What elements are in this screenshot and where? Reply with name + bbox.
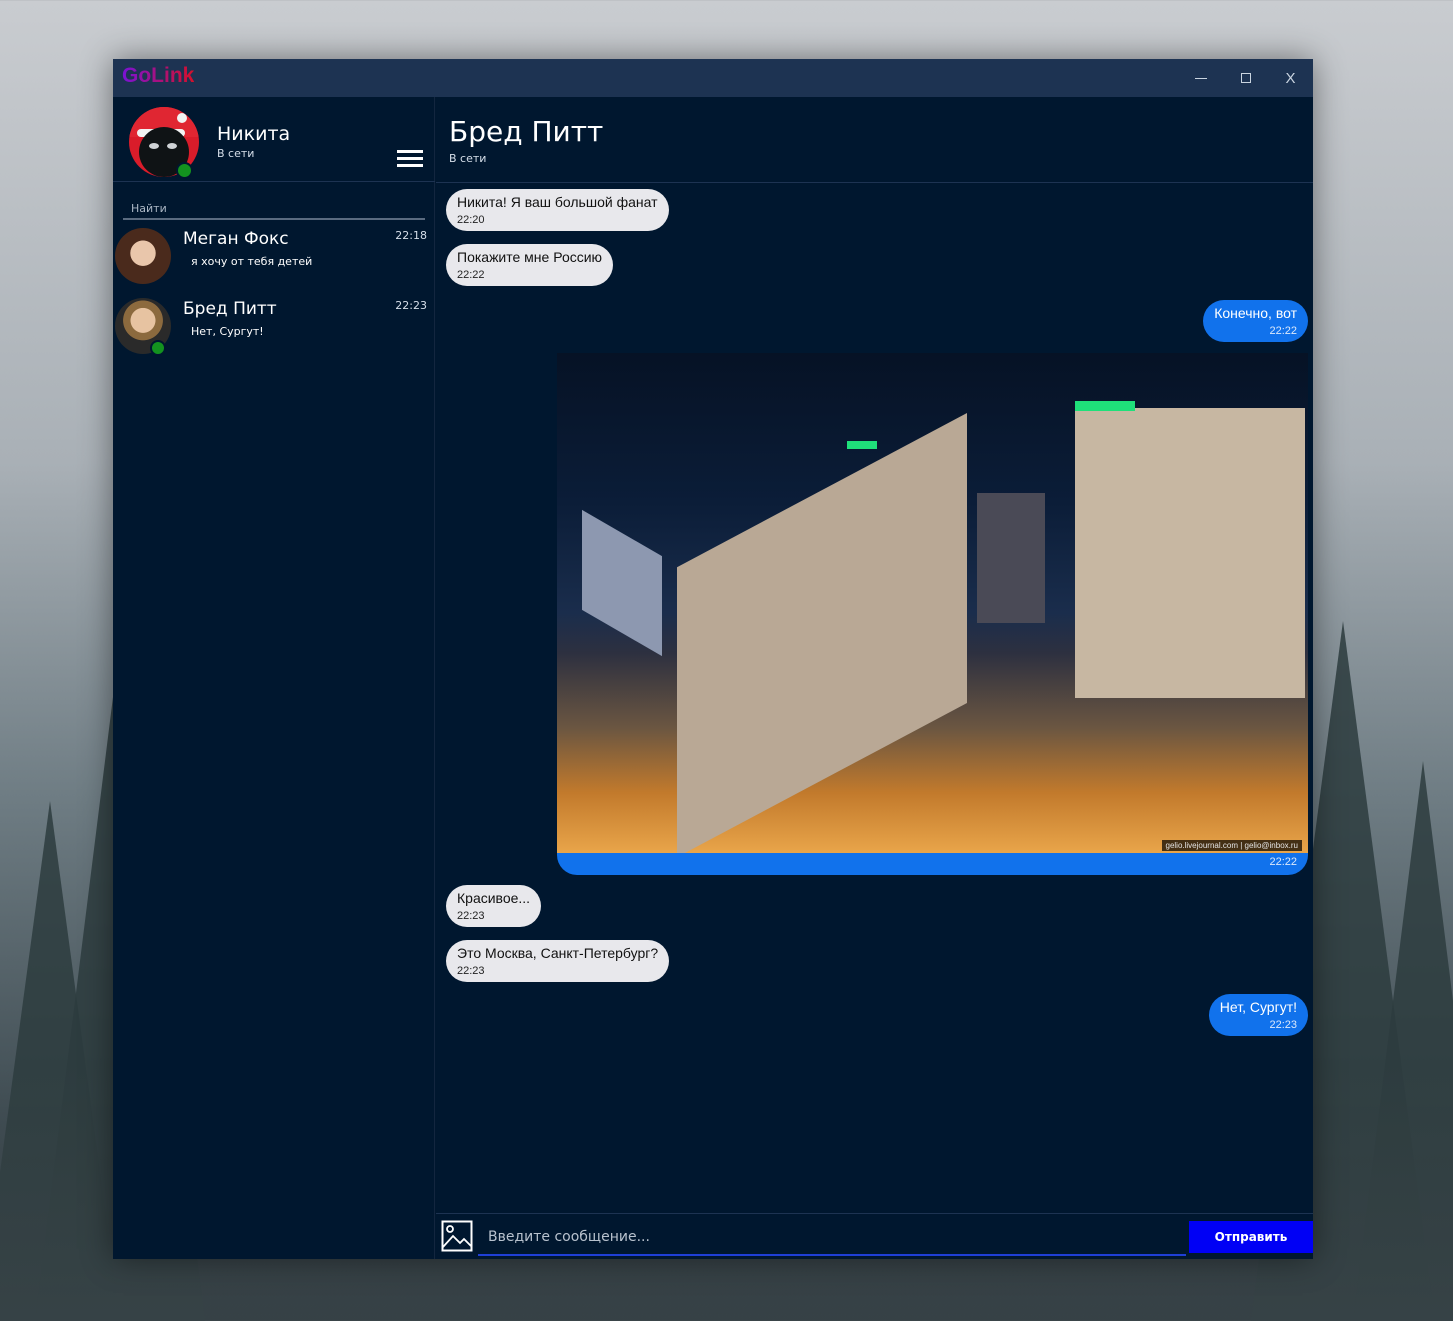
hat-pompom <box>177 113 187 123</box>
hamburger-menu-icon[interactable] <box>397 150 423 168</box>
profile-status: В сети <box>217 147 255 160</box>
message-field[interactable] <box>478 1220 1186 1256</box>
photo-building <box>582 509 662 657</box>
title-bar[interactable]: GoLink X <box>113 59 1313 97</box>
message-time: 22:23 <box>457 910 485 922</box>
minimize-icon <box>1194 77 1207 79</box>
search-field[interactable] <box>123 197 425 220</box>
photo-building <box>977 493 1045 623</box>
message-bubble-incoming[interactable]: Это Москва, Санкт-Петербург? 22:23 <box>446 940 670 982</box>
message-time: 22:20 <box>457 214 485 226</box>
chat-title: Бред Питт <box>449 115 604 148</box>
contact-last-message: Нет, Сургут! <box>191 325 264 338</box>
photo-light <box>847 441 877 449</box>
photo-building <box>677 413 967 853</box>
send-button[interactable]: Отправить <box>1189 1221 1313 1253</box>
maximize-button[interactable] <box>1223 59 1268 97</box>
message-time: 22:22 <box>1269 325 1297 337</box>
profile-header: Никита В сети <box>113 97 435 182</box>
photo-building <box>1075 408 1305 698</box>
chat-status: В сети <box>449 152 487 165</box>
message-text: Конечно, вот <box>1214 305 1297 321</box>
message-time: 22:22 <box>1269 856 1297 868</box>
contact-last-message: я хочу от тебя детей <box>191 255 313 268</box>
photo-watermark: gelio.livejournal.com | gelio@inbox.ru <box>1161 840 1302 851</box>
image-message[interactable]: gelio.livejournal.com | gelio@inbox.ru 2… <box>557 353 1308 875</box>
city-night-photo[interactable]: gelio.livejournal.com | gelio@inbox.ru <box>557 353 1308 853</box>
online-status-icon <box>150 340 166 356</box>
chat-panel: Бред Питт В сети Никита! Я ваш большой ф… <box>436 97 1313 1259</box>
contact-item[interactable]: Бред Питт Нет, Сургут! 22:23 <box>113 296 435 366</box>
message-bubble-outgoing[interactable]: Нет, Сургут! 22:23 <box>1208 994 1308 1036</box>
close-button[interactable]: X <box>1268 59 1313 97</box>
message-text: Красивое... <box>457 890 531 906</box>
message-bubble-outgoing[interactable]: Конечно, вот 22:22 <box>1203 300 1308 342</box>
message-time: 22:22 <box>457 269 485 281</box>
app-logo: GoLink <box>122 64 195 87</box>
contact-time: 22:18 <box>395 229 427 242</box>
message-composer: Отправить <box>436 1213 1313 1259</box>
search-input[interactable] <box>123 198 425 219</box>
attach-image-icon[interactable] <box>441 1220 473 1252</box>
online-status-icon <box>176 162 193 179</box>
minimize-button[interactable] <box>1178 59 1223 97</box>
photo-light <box>1075 401 1135 411</box>
avatar-eye <box>167 143 177 149</box>
contact-item[interactable]: Меган Фокс я хочу от тебя детей 22:18 <box>113 226 435 296</box>
avatar-eye <box>149 143 159 149</box>
message-bubble-incoming[interactable]: Покажите мне Россию 22:22 <box>446 244 614 286</box>
message-text: Никита! Я ваш большой фанат <box>457 194 658 210</box>
contact-time: 22:23 <box>395 299 427 312</box>
message-text: Это Москва, Санкт-Петербург? <box>457 945 659 961</box>
contact-name: Меган Фокс <box>183 229 289 249</box>
message-time: 22:23 <box>1269 1019 1297 1031</box>
message-time: 22:23 <box>457 965 485 977</box>
avatar <box>115 228 171 284</box>
sidebar: Никита В сети Меган Фокс я хочу от тебя … <box>113 97 435 1259</box>
chat-header: Бред Питт В сети <box>436 97 1313 183</box>
app-window: GoLink X Никита В сети Найти Меган Фокс … <box>113 59 1313 1259</box>
message-text: Покажите мне Россию <box>457 249 603 265</box>
contact-name: Бред Питт <box>183 299 277 319</box>
maximize-icon <box>1240 73 1251 83</box>
message-bubble-incoming[interactable]: Никита! Я ваш большой фанат 22:20 <box>446 189 669 231</box>
message-input[interactable] <box>478 1220 1186 1254</box>
message-bubble-incoming[interactable]: Красивое... 22:23 <box>446 885 542 927</box>
profile-name: Никита <box>217 123 291 145</box>
message-text: Нет, Сургут! <box>1219 999 1297 1015</box>
